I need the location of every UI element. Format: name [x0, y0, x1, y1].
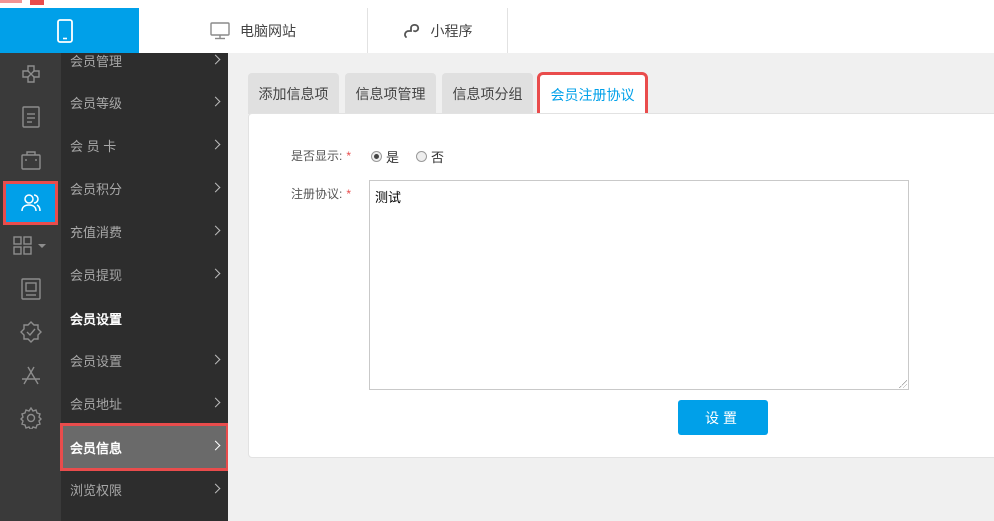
icon-sidebar — [0, 53, 61, 521]
tab-info-item-group[interactable]: 信息项分组 — [442, 73, 533, 114]
nav-pc-label: 电脑网站 — [240, 22, 296, 39]
document-icon — [21, 106, 40, 128]
sidebar-icon-apps[interactable] — [0, 225, 61, 267]
radio-no-label: 否 — [431, 150, 445, 165]
submenu-item-member-address[interactable]: 会员地址 — [61, 382, 228, 425]
grid-apps-icon — [12, 236, 46, 255]
sidebar-icon-settings[interactable] — [0, 397, 61, 439]
radio-yes[interactable]: 是 — [371, 147, 399, 166]
tab-label: 信息项管理 — [355, 85, 426, 102]
submenu-item-member-info[interactable]: 会员信息 — [60, 423, 229, 471]
mini-program-icon — [403, 23, 419, 38]
agreement-textarea[interactable]: 测试 — [369, 180, 909, 390]
nav-mini-label: 小程序 — [430, 22, 473, 39]
submenu-item-recharge[interactable]: 充值消费 — [61, 210, 228, 253]
chevron-right-icon — [210, 483, 221, 493]
required-mark: * — [346, 149, 352, 163]
sidebar-icon-shop[interactable] — [0, 139, 61, 181]
sidebar-icon-certified[interactable] — [0, 311, 61, 353]
report-icon — [20, 278, 41, 300]
chevron-right-icon — [210, 354, 221, 364]
chevron-right-icon — [210, 268, 221, 278]
chevron-right-icon — [210, 440, 221, 451]
tab-label: 添加信息项 — [258, 85, 329, 102]
submenu-item-label: 会员提现 — [70, 268, 123, 283]
certified-badge-icon — [19, 321, 42, 343]
submenu-item-browse-permission[interactable]: 浏览权限 — [61, 468, 228, 511]
radio-unchecked-icon — [416, 151, 427, 162]
submenu-item-label: 充值消费 — [70, 225, 123, 240]
submenu: 会员管理 会员等级 会 员 卡 会员积分 充值消费 会员提现 会员设置 会员设置… — [60, 53, 229, 521]
radio-yes-label: 是 — [386, 150, 400, 165]
submenu-item-label: 会员地址 — [70, 397, 123, 412]
submenu-item-label: 会员等级 — [70, 96, 123, 111]
sidebar-icon-members[interactable] — [3, 181, 58, 225]
form-panel: 是否显示: * 是 否 注册协议: * 测试 设置 — [248, 113, 994, 458]
top-strip-mark — [0, 0, 22, 3]
radio-no[interactable]: 否 — [416, 147, 444, 166]
top-strip — [0, 0, 994, 8]
app-store-icon — [21, 366, 40, 385]
submenu-item-label: 会 员 卡 — [70, 139, 117, 154]
submenu-item-member-settings[interactable]: 会员设置 — [61, 339, 228, 382]
sidebar-icon-appstore[interactable] — [0, 354, 61, 396]
agreement-text: 测试 — [375, 190, 402, 205]
design-tools-icon — [21, 65, 40, 83]
submenu-item-label: 会员信息 — [70, 440, 123, 456]
chevron-right-icon — [210, 139, 221, 149]
members-icon — [20, 194, 41, 212]
chevron-right-icon — [210, 54, 221, 64]
submenu-item-member-card[interactable]: 会 员 卡 — [61, 124, 228, 167]
submenu-item-member-points[interactable]: 会员积分 — [61, 167, 228, 210]
agreement-label-text: 注册协议: — [291, 187, 343, 201]
nav-mini-program[interactable]: 小程序 — [368, 8, 508, 53]
chevron-right-icon — [210, 225, 221, 235]
agreement-field-label: 注册协议: * — [291, 185, 351, 202]
sidebar-icon-design[interactable] — [0, 53, 61, 95]
settings-gear-icon — [19, 407, 42, 429]
shop-bag-icon — [20, 151, 41, 170]
chevron-right-icon — [210, 182, 221, 192]
monitor-icon — [210, 21, 230, 39]
chevron-right-icon — [210, 96, 221, 106]
tab-info-item-management[interactable]: 信息项管理 — [345, 73, 436, 114]
submenu-item-label: 会员积分 — [70, 182, 123, 197]
sidebar-icon-report[interactable] — [0, 268, 61, 310]
submenu-item-member-level[interactable]: 会员等级 — [61, 81, 228, 124]
main-content: 添加信息项 信息项管理 信息项分组 会员注册协议 是否显示: * 是 否 注册协议… — [228, 53, 994, 521]
submenu-item-label: 会员管理 — [70, 54, 123, 69]
submenu-item-label: 浏览权限 — [70, 483, 123, 498]
tab-member-agreement[interactable]: 会员注册协议 — [537, 72, 648, 117]
submenu-section-header: 会员设置 — [61, 297, 228, 340]
radio-checked-icon — [371, 151, 382, 162]
top-strip-mark — [30, 0, 44, 5]
tab-add-info-item[interactable]: 添加信息项 — [248, 73, 339, 114]
sidebar-icon-document[interactable] — [0, 96, 61, 138]
submenu-item-label: 会员设置 — [70, 354, 123, 369]
resize-handle-icon[interactable] — [899, 380, 907, 388]
tab-label: 信息项分组 — [452, 85, 523, 102]
show-label-text: 是否显示: — [291, 149, 343, 163]
required-mark: * — [346, 187, 352, 201]
submenu-item-withdraw[interactable]: 会员提现 — [61, 253, 228, 296]
chevron-right-icon — [210, 397, 221, 407]
tab-label: 会员注册协议 — [550, 86, 635, 103]
show-field-label: 是否显示: * — [291, 147, 351, 164]
submenu-header-label: 会员设置 — [70, 312, 123, 327]
submenu-item-member-management[interactable]: 会员管理 — [61, 39, 228, 82]
submit-button[interactable]: 设置 — [678, 400, 768, 435]
